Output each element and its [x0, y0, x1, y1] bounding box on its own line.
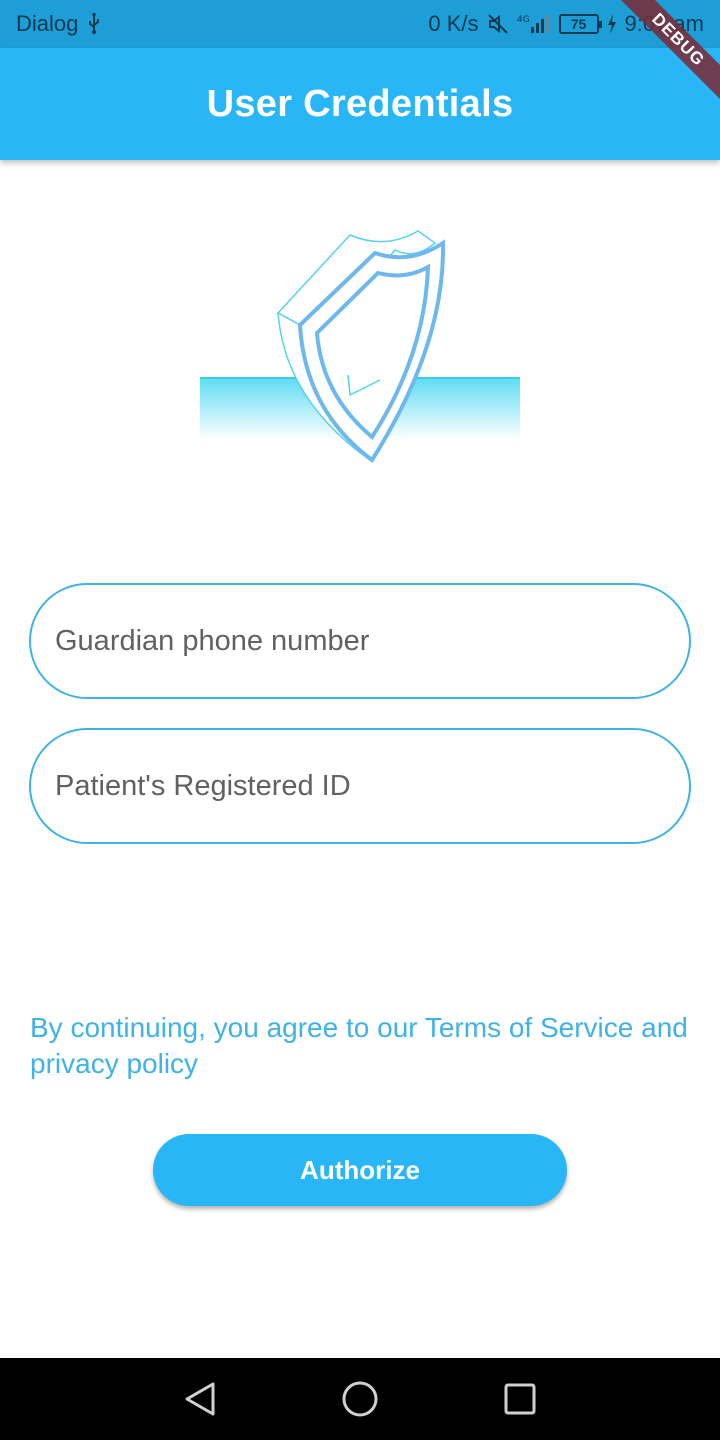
page-title: User Credentials	[206, 82, 514, 125]
status-left: Dialog	[16, 11, 102, 37]
signal-icon: 4G	[517, 13, 551, 35]
terms-link[interactable]: By continuing, you agree to our Terms of…	[30, 1010, 690, 1082]
recents-square-icon[interactable]	[480, 1364, 560, 1434]
home-circle-icon[interactable]	[320, 1364, 400, 1434]
shield-icon	[200, 230, 520, 463]
shield-illustration	[200, 225, 520, 465]
battery-indicator: 75	[558, 14, 602, 34]
debug-label: DEBUG	[612, 0, 720, 106]
authorize-button[interactable]: Authorize	[153, 1134, 567, 1206]
guardian-phone-input[interactable]	[55, 624, 689, 658]
system-nav-bar	[0, 1358, 720, 1440]
mute-icon	[487, 13, 509, 35]
patient-id-input[interactable]	[55, 769, 689, 803]
debug-banner: DEBUG	[610, 0, 720, 110]
usb-icon	[86, 13, 102, 35]
carrier-label: Dialog	[16, 11, 79, 36]
guardian-phone-field[interactable]	[29, 583, 691, 699]
patient-id-field[interactable]	[29, 728, 691, 844]
net-speed: 0 K/s	[428, 11, 479, 36]
back-triangle-icon[interactable]	[160, 1364, 240, 1434]
network-type: 4G	[517, 15, 530, 25]
